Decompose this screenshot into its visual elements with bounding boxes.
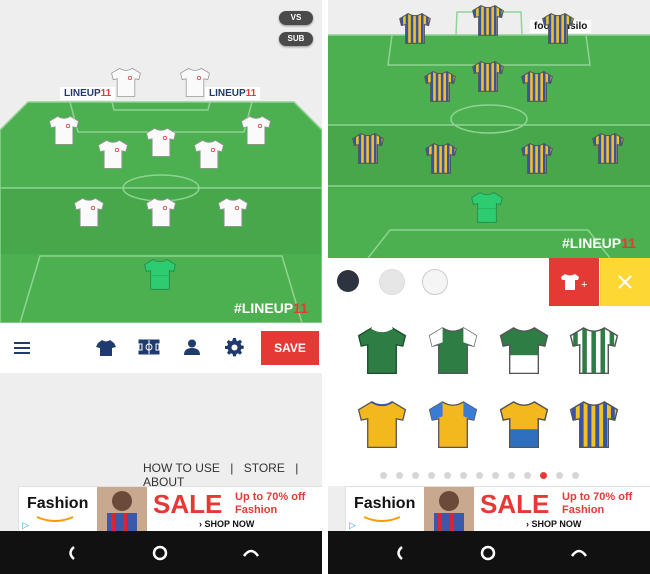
kit-option[interactable] xyxy=(568,394,620,454)
pager-dot[interactable] xyxy=(508,472,515,479)
ad-banner[interactable]: Fashion ▷ SALE Up to 70% off Fashion › S… xyxy=(345,486,650,533)
pager-dot[interactable] xyxy=(540,472,547,479)
pager-dot[interactable] xyxy=(460,472,467,479)
player-shirt[interactable] xyxy=(591,128,625,168)
formation-icon[interactable] xyxy=(138,339,160,355)
store-link[interactable]: STORE xyxy=(244,461,285,475)
smile-logo-icon xyxy=(363,516,401,522)
kit-option[interactable] xyxy=(356,394,408,454)
kit-option[interactable] xyxy=(568,320,620,380)
ad-model-image xyxy=(97,487,147,532)
pager-dot[interactable] xyxy=(396,472,403,479)
watermark: #LINEUP11 xyxy=(562,235,636,251)
player-shirt[interactable] xyxy=(110,64,142,100)
swatch-dark[interactable] xyxy=(337,270,359,292)
player-shirt[interactable] xyxy=(424,138,458,178)
player-shirt[interactable] xyxy=(240,112,272,148)
recents-icon[interactable] xyxy=(570,547,588,559)
ad-offer: Up to 70% off Fashion xyxy=(235,491,306,516)
kit-option[interactable] xyxy=(427,394,479,454)
ad-cta[interactable]: › SHOP NOW xyxy=(526,519,581,529)
pager-dot[interactable] xyxy=(428,472,435,479)
pager-dot[interactable] xyxy=(412,472,419,479)
kit-option[interactable] xyxy=(498,320,550,380)
lineup-editor-panel: VS SUB LINEUP11 LINEUP11 #LINEUP11 SAVE … xyxy=(0,0,322,574)
close-icon xyxy=(618,275,632,289)
ad-model-image xyxy=(424,487,474,532)
ad-offer: Up to 70% off Fashion xyxy=(562,491,633,516)
ad-cta[interactable]: › SHOP NOW xyxy=(199,519,254,529)
player-shirt[interactable] xyxy=(541,8,575,48)
player-shirt[interactable] xyxy=(193,136,225,172)
save-button[interactable]: SAVE xyxy=(261,331,319,365)
close-button[interactable] xyxy=(600,258,650,306)
player-shirt[interactable] xyxy=(471,0,505,40)
player-shirt[interactable] xyxy=(398,8,432,48)
smile-logo-icon xyxy=(36,516,74,522)
back-icon[interactable] xyxy=(393,545,405,561)
player-shirt[interactable] xyxy=(520,138,554,178)
recents-icon[interactable] xyxy=(242,547,260,559)
gear-icon[interactable] xyxy=(225,338,244,357)
player-shirt[interactable] xyxy=(145,124,177,160)
ad-brand: Fashion xyxy=(27,495,89,512)
android-nav-bar xyxy=(328,531,650,574)
goalkeeper-shirt[interactable] xyxy=(470,187,504,227)
team-label-left: LINEUP11 xyxy=(60,87,116,100)
pager-dot[interactable] xyxy=(524,472,531,479)
adchoices-icon: ▷ xyxy=(22,520,29,530)
pager-dot[interactable] xyxy=(380,472,387,479)
adchoices-icon: ▷ xyxy=(349,520,356,530)
how-to-use-link[interactable]: HOW TO USE xyxy=(143,461,220,475)
vs-button[interactable]: VS xyxy=(279,11,313,25)
goalkeeper-shirt[interactable] xyxy=(143,254,177,294)
team-label-right: LINEUP11 xyxy=(205,87,261,100)
shirt-icon[interactable] xyxy=(96,339,116,357)
kit-option[interactable] xyxy=(356,320,408,380)
kit-option[interactable] xyxy=(427,320,479,380)
player-shirt[interactable] xyxy=(423,66,457,106)
shirt-plus-icon: + xyxy=(561,274,587,291)
kit-option[interactable] xyxy=(498,394,550,454)
pager-dot[interactable] xyxy=(556,472,563,479)
add-kit-button[interactable]: + xyxy=(549,258,599,306)
pager-dot[interactable] xyxy=(492,472,499,479)
sub-button[interactable]: SUB xyxy=(279,32,313,46)
ad-brand: Fashion xyxy=(354,495,416,512)
player-icon[interactable] xyxy=(184,339,200,355)
player-shirt[interactable] xyxy=(217,194,249,230)
player-shirt[interactable] xyxy=(471,56,505,96)
ad-sale: SALE xyxy=(480,489,550,519)
player-shirt[interactable] xyxy=(520,66,554,106)
ad-banner[interactable]: Fashion ▷ SALE Up to 70% off Fashion › S… xyxy=(18,486,322,533)
home-icon[interactable] xyxy=(151,544,169,562)
player-shirt[interactable] xyxy=(179,64,211,100)
player-shirt[interactable] xyxy=(48,112,80,148)
swatch-pattern[interactable] xyxy=(422,269,448,295)
pager-dot[interactable] xyxy=(444,472,451,479)
footer-links: HOW TO USE | STORE | ABOUT xyxy=(143,461,299,489)
swatch-shirt-light[interactable] xyxy=(379,269,405,295)
back-icon[interactable] xyxy=(65,545,77,561)
ad-sale: SALE xyxy=(153,489,223,519)
kit-picker-panel: footballsilo #LINEUP11 + Fashion ▷ SALE … xyxy=(328,0,650,574)
watermark: #LINEUP11 xyxy=(234,300,308,316)
player-shirt[interactable] xyxy=(73,194,105,230)
android-nav-bar xyxy=(0,531,322,574)
pager-dot[interactable] xyxy=(572,472,579,479)
menu-icon[interactable] xyxy=(14,341,30,355)
pager-dot[interactable] xyxy=(476,472,483,479)
home-icon[interactable] xyxy=(479,544,497,562)
color-swatch-bar: + xyxy=(328,258,650,306)
kit-pager xyxy=(380,466,588,484)
player-shirt[interactable] xyxy=(145,194,177,230)
player-shirt[interactable] xyxy=(97,136,129,172)
svg-text:+: + xyxy=(581,279,587,291)
player-shirt[interactable] xyxy=(351,128,385,168)
